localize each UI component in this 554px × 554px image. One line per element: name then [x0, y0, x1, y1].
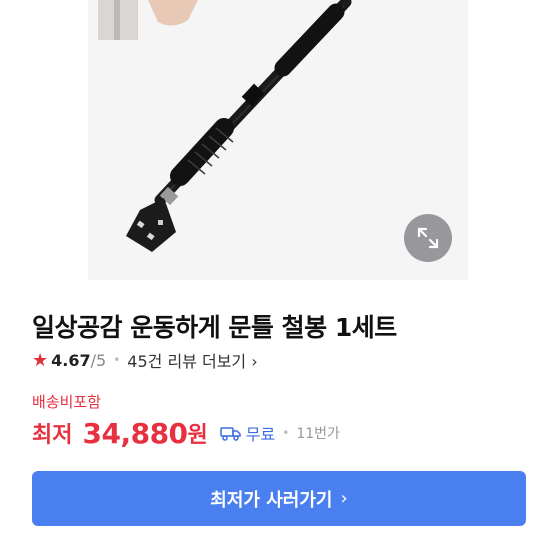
- truck-icon: [220, 427, 241, 441]
- free-shipping-label: 무료: [245, 425, 276, 444]
- chevron-right-icon: ›: [340, 488, 348, 509]
- shipping-included-label: 배송비포함: [32, 393, 102, 411]
- separator-dot: •: [113, 353, 121, 367]
- product-title: 일상공감 운동하게 문틀 철봉 1세트: [32, 313, 397, 342]
- review-link-label: 45건 리뷰 더보기: [127, 352, 247, 371]
- rating-max: /5: [90, 350, 107, 370]
- price-row: 최저 34,880 원 무료 • 11번가: [32, 416, 340, 450]
- rating-row: ★ 4.67 /5 • 45건 리뷰 더보기 ›: [32, 348, 258, 372]
- review-more-link[interactable]: 45건 리뷰 더보기 ›: [127, 348, 257, 372]
- seller-count: 11번가: [296, 426, 340, 442]
- rating-score: 4.67: [51, 350, 91, 370]
- chevron-right-icon: ›: [251, 352, 258, 371]
- price-value: 34,880: [82, 416, 188, 450]
- price-currency: 원: [187, 423, 208, 448]
- star-icon: ★: [32, 349, 49, 371]
- image-expand-button[interactable]: [404, 214, 452, 262]
- expand-icon: [417, 227, 439, 249]
- buy-button-label: 최저가 사러가기: [210, 489, 333, 511]
- separator-dot: •: [282, 426, 290, 440]
- buy-lowest-price-button[interactable]: 최저가 사러가기 ›: [32, 471, 526, 526]
- lowest-price-label: 최저: [32, 423, 73, 448]
